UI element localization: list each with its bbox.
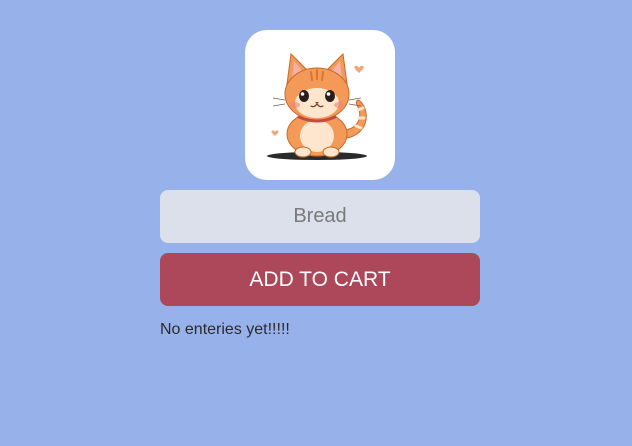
shopping-list-app: ADD TO CART No enteries yet!!!!! [160,30,480,339]
cat-mascot-icon [267,52,367,160]
empty-list-message: No enteries yet!!!!! [160,321,290,338]
add-to-cart-button[interactable]: ADD TO CART [160,253,480,306]
item-input[interactable] [160,190,480,243]
app-logo [245,30,395,180]
